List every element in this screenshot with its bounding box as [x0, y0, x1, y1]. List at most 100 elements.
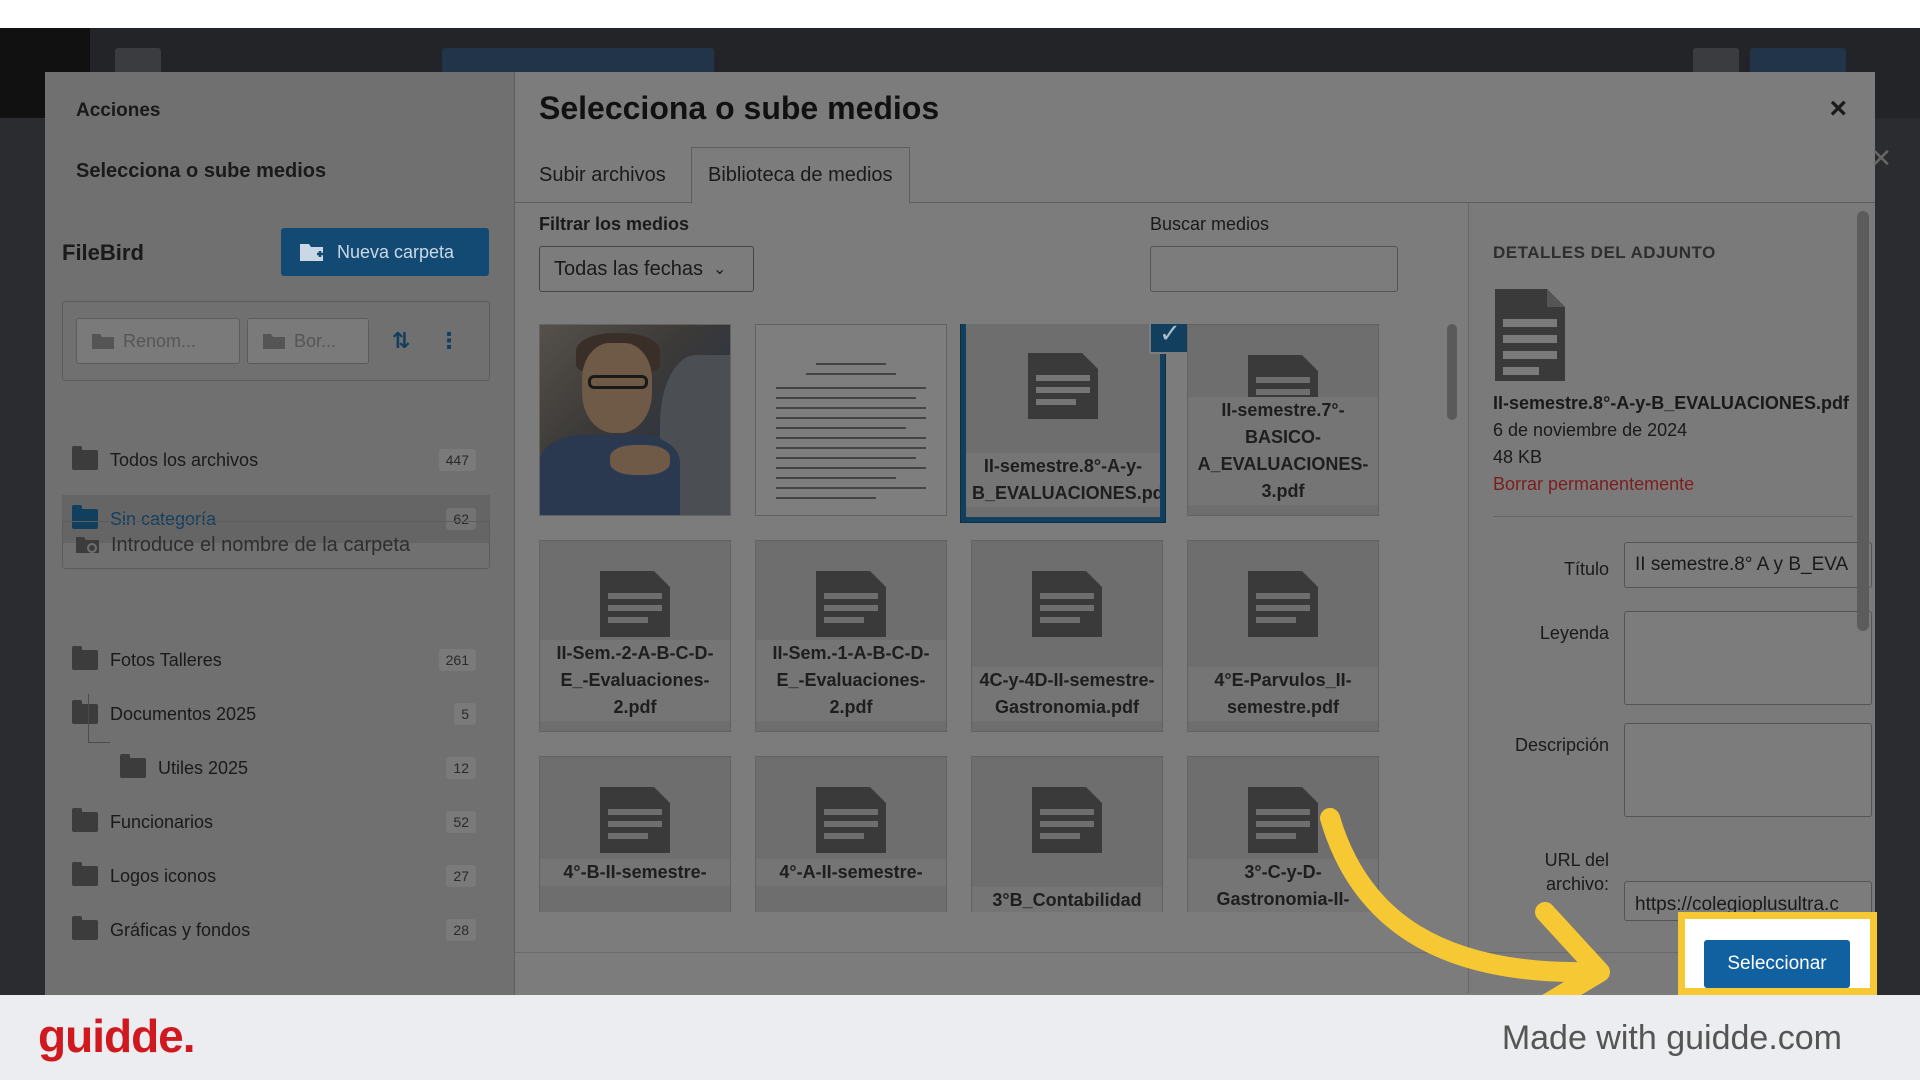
media-tile-pdf[interactable]: II-semestre.7°-BASICO-A_EVALUACIONES-3.p… [1187, 324, 1379, 516]
folder-search-input[interactable]: Introduce el nombre de la carpeta [62, 521, 490, 569]
delete-folder-button[interactable]: Bor... [247, 318, 369, 364]
sort-icon[interactable]: ⇅ [379, 318, 423, 364]
media-tile-pdf[interactable]: 3°B_Contabilidad [971, 756, 1163, 912]
attachment-filename: II-semestre.8°-A-y-B_EVALUACIONES.pdf [1493, 393, 1849, 413]
media-tile-selected-pdf[interactable]: II-semestre.8°-A-y-B_EVALUACIONES.pdf [961, 324, 1165, 522]
select-button[interactable]: Seleccionar [1704, 940, 1850, 988]
media-filename: 3°B_Contabilidad [972, 887, 1162, 912]
doc-line [776, 467, 926, 469]
media-tile-pdf[interactable]: 4C-y-4D-II-semestre-Gastronomia.pdf [971, 540, 1163, 732]
description-field[interactable] [1624, 723, 1872, 817]
document-icon [1495, 289, 1565, 381]
screenshot-stage: Acciones Selecciona o sube medios FileBi… [0, 28, 1920, 995]
media-tile-pdf[interactable]: 3°-C-y-D-Gastronomia-II- [1187, 756, 1379, 912]
attachment-size: 48 KB [1493, 447, 1543, 467]
attachment-details-panel: DETALLES DEL ADJUNTO II-semestre.8°-A-y-… [1468, 203, 1875, 993]
made-with-text: Made with guidde.com [1501, 1019, 1842, 1057]
media-tile-photo[interactable] [539, 324, 731, 516]
attachment-details-heading: DETALLES DEL ADJUNTO [1493, 243, 1716, 262]
media-filename: 4°-B-II-semestre- [540, 859, 730, 886]
folder-count: 52 [446, 811, 476, 833]
search-media-label: Buscar medios [1150, 214, 1270, 234]
folder-label: Logos iconos [110, 865, 217, 886]
tree-connector [88, 742, 110, 743]
folder-icon [72, 646, 98, 670]
doc-line [776, 447, 926, 449]
check-icon[interactable]: ✓ [1149, 324, 1191, 354]
doc-line [776, 417, 926, 419]
sidebar-item-graficas-y-fondos[interactable]: Gráficas y fondos 28 [62, 906, 490, 954]
media-filename: 3°-C-y-D-Gastronomia-II- [1188, 859, 1378, 912]
sidebar-item-funcionarios[interactable]: Funcionarios 52 [62, 798, 490, 846]
doc-line [776, 407, 926, 409]
media-tile-pdf[interactable]: II-Sem.-2-A-B-C-D-E_-Evaluaciones-2.pdf [539, 540, 731, 732]
title-label: Título [1563, 559, 1609, 579]
sidebar-item-fotos-talleres[interactable]: Fotos Talleres 261 [62, 636, 490, 684]
folder-search-icon [76, 537, 99, 553]
tab-upload-files[interactable]: Subir archivos [523, 147, 682, 203]
doc-line [776, 427, 906, 429]
filebird-title: FileBird [62, 240, 144, 265]
media-tile-document-preview[interactable] [755, 324, 947, 516]
filter-media-label: Filtrar los medios [539, 214, 690, 234]
document-icon [1248, 571, 1318, 637]
date-filter-select[interactable]: Todas las fechas ⌄ [539, 246, 754, 292]
doc-line [776, 387, 926, 389]
doc-line [776, 487, 926, 489]
media-filename: 4°E-Parvulos_II-semestre.pdf [1188, 667, 1378, 721]
sidebar-item-logos-iconos[interactable]: Logos iconos 27 [62, 852, 490, 900]
attachment-date: 6 de noviembre de 2024 [1493, 420, 1688, 440]
document-icon [816, 571, 886, 637]
media-grid-scrollbar[interactable] [1447, 324, 1457, 912]
divider [1493, 516, 1853, 517]
title-field[interactable]: II semestre.8° A y B_EVA [1624, 542, 1872, 588]
chevron-down-icon: ⌄ [712, 261, 727, 278]
modal-footer [515, 952, 1875, 995]
edit-folder-icon [92, 334, 114, 349]
folder-count: 261 [438, 649, 476, 671]
sidebar-item-utiles-2025[interactable]: Utiles 2025 12 [62, 744, 490, 792]
scrollbar-thumb[interactable] [1447, 324, 1457, 420]
close-icon[interactable]: × [1829, 92, 1847, 126]
media-tile-pdf[interactable]: 4°-B-II-semestre- [539, 756, 731, 912]
caption-label: Leyenda [1539, 623, 1609, 643]
sidebar-item-documentos-2025[interactable]: Documentos 2025 5 [62, 690, 490, 738]
rename-folder-button[interactable]: Renom... [76, 318, 240, 364]
folder-icon [120, 754, 146, 778]
tab-media-library[interactable]: Biblioteca de medios [691, 147, 910, 204]
delete-folder-icon [263, 334, 285, 349]
doc-line [776, 397, 916, 399]
caption-field[interactable] [1624, 611, 1872, 705]
media-tile-pdf[interactable]: 4°-A-II-semestre- [755, 756, 947, 912]
folder-plus-icon [300, 244, 323, 261]
new-folder-label: Nueva carpeta [337, 241, 455, 262]
folder-toolbar: Renom... Bor... ⇅ ⋮ [62, 301, 490, 381]
select-media-menu-item[interactable]: Selecciona o sube medios [76, 160, 326, 183]
more-options-icon[interactable]: ⋮ [427, 318, 471, 364]
media-main-panel: Selecciona o sube medios × Subir archivo… [515, 72, 1875, 995]
document-icon [600, 571, 670, 637]
home-folder-icon [72, 446, 98, 470]
folder-label: Gráficas y fondos [110, 919, 251, 940]
rename-label: Renom... [123, 330, 197, 351]
delete-label: Bor... [294, 330, 337, 351]
tree-connector [88, 694, 89, 742]
search-media-input[interactable] [1150, 246, 1398, 292]
delete-permanently-link[interactable]: Borrar permanentemente [1493, 474, 1694, 495]
media-tile-pdf[interactable]: II-Sem.-1-A-B-C-D-E_-Evaluaciones-2.pdf [755, 540, 947, 732]
media-filename: 4°-A-II-semestre- [756, 859, 946, 886]
media-filename: II-Sem.-1-A-B-C-D-E_-Evaluaciones-2.pdf [756, 640, 946, 721]
media-tabs: Subir archivos Biblioteca de medios [515, 147, 1875, 204]
new-folder-button[interactable]: Nueva carpeta [281, 228, 489, 276]
folder-icon [72, 916, 98, 940]
media-tile-pdf[interactable]: 4°E-Parvulos_II-semestre.pdf [1187, 540, 1379, 732]
details-scrollbar[interactable] [1857, 211, 1869, 631]
document-icon [1032, 787, 1102, 853]
document-icon [1248, 787, 1318, 853]
doc-line [816, 363, 886, 365]
file-url-label-line: archivo: [1545, 874, 1609, 894]
media-filename: II-semestre.8°-A-y-B_EVALUACIONES.pdf [966, 453, 1160, 507]
sidebar-item-all-files[interactable]: Todos los archivos 447 [62, 436, 490, 484]
photo-person [610, 445, 670, 475]
folder-count: 5 [454, 703, 476, 725]
